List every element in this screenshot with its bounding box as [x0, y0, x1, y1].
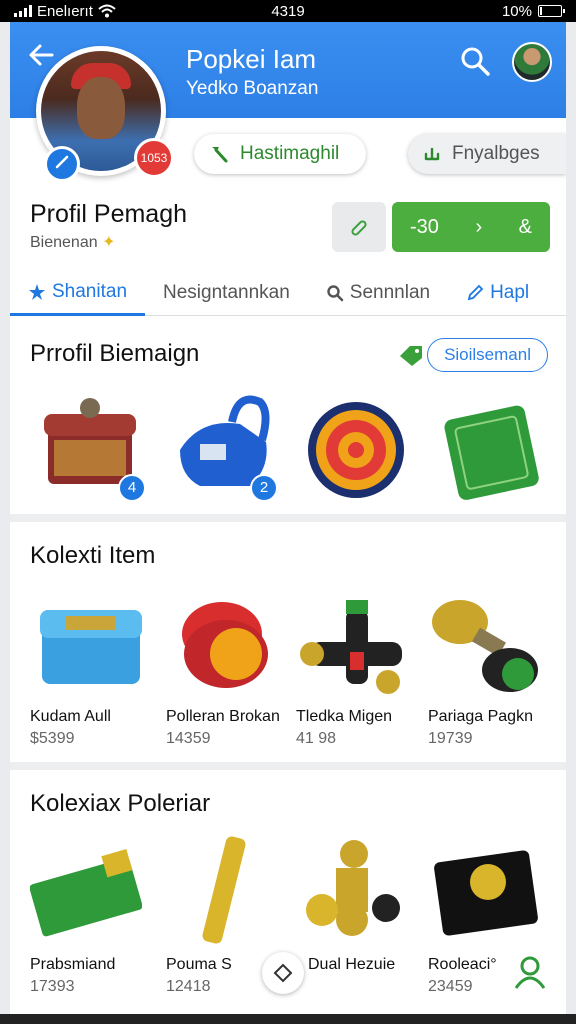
item-value: 41 98 [296, 730, 337, 747]
item-value: 23459 [428, 978, 473, 995]
search-icon [461, 47, 490, 76]
battery-percent: 10% [501, 2, 532, 20]
upload-icon [424, 147, 440, 161]
brass-valve-icon[interactable] [430, 590, 542, 702]
chevron-right-icon: › [475, 215, 483, 238]
section-divider [10, 762, 566, 770]
tag-outline-icon [273, 963, 293, 983]
item-label: Tledka Migen [296, 708, 393, 725]
item-value: 17393 [30, 978, 75, 995]
profile-name: Profil Pemagh [30, 200, 188, 228]
section-title: Prrofil Biemaign [30, 340, 200, 367]
tab-bar: Shanitan Nesigntannkan Sennnlan Hapl [10, 270, 566, 316]
pencil-icon [467, 284, 484, 301]
red-canister-icon[interactable] [166, 588, 278, 700]
signal-icon [14, 5, 32, 17]
item-value: 14359 [166, 730, 211, 747]
pencil-icon [55, 155, 69, 169]
pipe-fitting-icon[interactable] [300, 590, 412, 702]
page-title: Popkei Iam [186, 44, 317, 74]
item-value: 12418 [166, 978, 211, 995]
item-label: Kudam Aull [30, 708, 111, 725]
search-button[interactable] [458, 44, 492, 78]
tag-fab-button[interactable] [262, 952, 304, 994]
section-divider [10, 514, 566, 522]
secondary-button[interactable]: Fnyalbges [408, 134, 566, 174]
section-title: Kolexti Item [30, 542, 156, 569]
profile-subtitle: Bienenan ✦ [30, 232, 115, 252]
profile-subtitle-text: Bienenan [30, 234, 98, 251]
hammer-icon [212, 147, 228, 163]
user-avatar[interactable] [512, 42, 552, 82]
item-label: Prabsmiand [30, 956, 116, 973]
tag-icon[interactable] [398, 344, 424, 368]
arrow-left-icon [29, 44, 54, 66]
item-label: Rooleaci° [428, 956, 497, 973]
face-shape [77, 77, 125, 139]
item-value: $5399 [30, 730, 75, 747]
sparkle-icon: ✦ [102, 234, 116, 251]
battery-fill [540, 7, 542, 15]
item-label: Polleran Brokan [166, 708, 280, 725]
item-label: Dual Hezuie [308, 956, 396, 973]
green-card-icon[interactable] [434, 394, 546, 506]
action-symbol: & [518, 215, 532, 238]
wifi-icon [98, 4, 116, 18]
carrier-label: Enelıerıt [37, 2, 93, 20]
item-count-badge: 2 [250, 474, 278, 502]
tab-hapl[interactable]: Hapl [448, 270, 547, 316]
green-book-icon[interactable] [30, 838, 142, 950]
target-medal-icon[interactable] [300, 394, 412, 506]
tab-nesigntannkan[interactable]: Nesigntannkan [145, 270, 308, 316]
follow-button-label: Hastimaghil [240, 143, 340, 164]
pencil-icon [351, 220, 367, 236]
action-value: -30 [410, 215, 439, 238]
clock: 4319 [271, 2, 305, 20]
system-nav-bar [0, 1014, 576, 1024]
section-title: Kolexiax Poleriar [30, 790, 211, 817]
profile-nav-button[interactable] [510, 952, 550, 992]
edit-avatar-button[interactable] [44, 146, 80, 182]
notification-badge[interactable]: 1053 [134, 138, 174, 178]
battery-icon [538, 5, 565, 17]
tab-sennnlan[interactable]: Sennnlan [308, 270, 448, 316]
star-icon [29, 283, 45, 300]
tab-label: Hapl [490, 282, 530, 303]
tab-label: Shanitan [52, 280, 128, 302]
item-label: Pouma S [166, 956, 232, 973]
item-label: Pariaga Pagkn [428, 708, 533, 725]
page-subtitle: Yedko Boanzan [186, 78, 319, 99]
action-button[interactable]: -30 › & [392, 202, 550, 252]
status-bar: Enelıerıt 4319 10% [0, 0, 576, 22]
tab-label: Nesigntannkan [163, 282, 290, 303]
secondary-button-label: Fnyalbges [452, 143, 540, 164]
app-screen: Popkei Iam Yedko Boanzan 1053 Hastimaghi… [10, 22, 566, 1024]
gold-stick-icon[interactable] [174, 834, 286, 946]
edit-profile-button[interactable] [332, 202, 386, 252]
tab-label: Sennnlan [349, 282, 431, 303]
back-button[interactable] [26, 40, 56, 70]
see-all-button[interactable]: Sioilsemanl [427, 338, 548, 372]
tab-shanitan[interactable]: Shanitan [10, 270, 146, 316]
item-count-badge: 4 [118, 474, 146, 502]
search-icon [327, 285, 344, 302]
coin-stack-icon[interactable] [302, 838, 414, 950]
blue-box-icon[interactable] [36, 594, 148, 706]
item-value: 19739 [428, 730, 473, 747]
person-icon [514, 956, 546, 989]
follow-button[interactable]: Hastimaghil [194, 134, 366, 174]
black-book-icon[interactable] [430, 832, 542, 944]
